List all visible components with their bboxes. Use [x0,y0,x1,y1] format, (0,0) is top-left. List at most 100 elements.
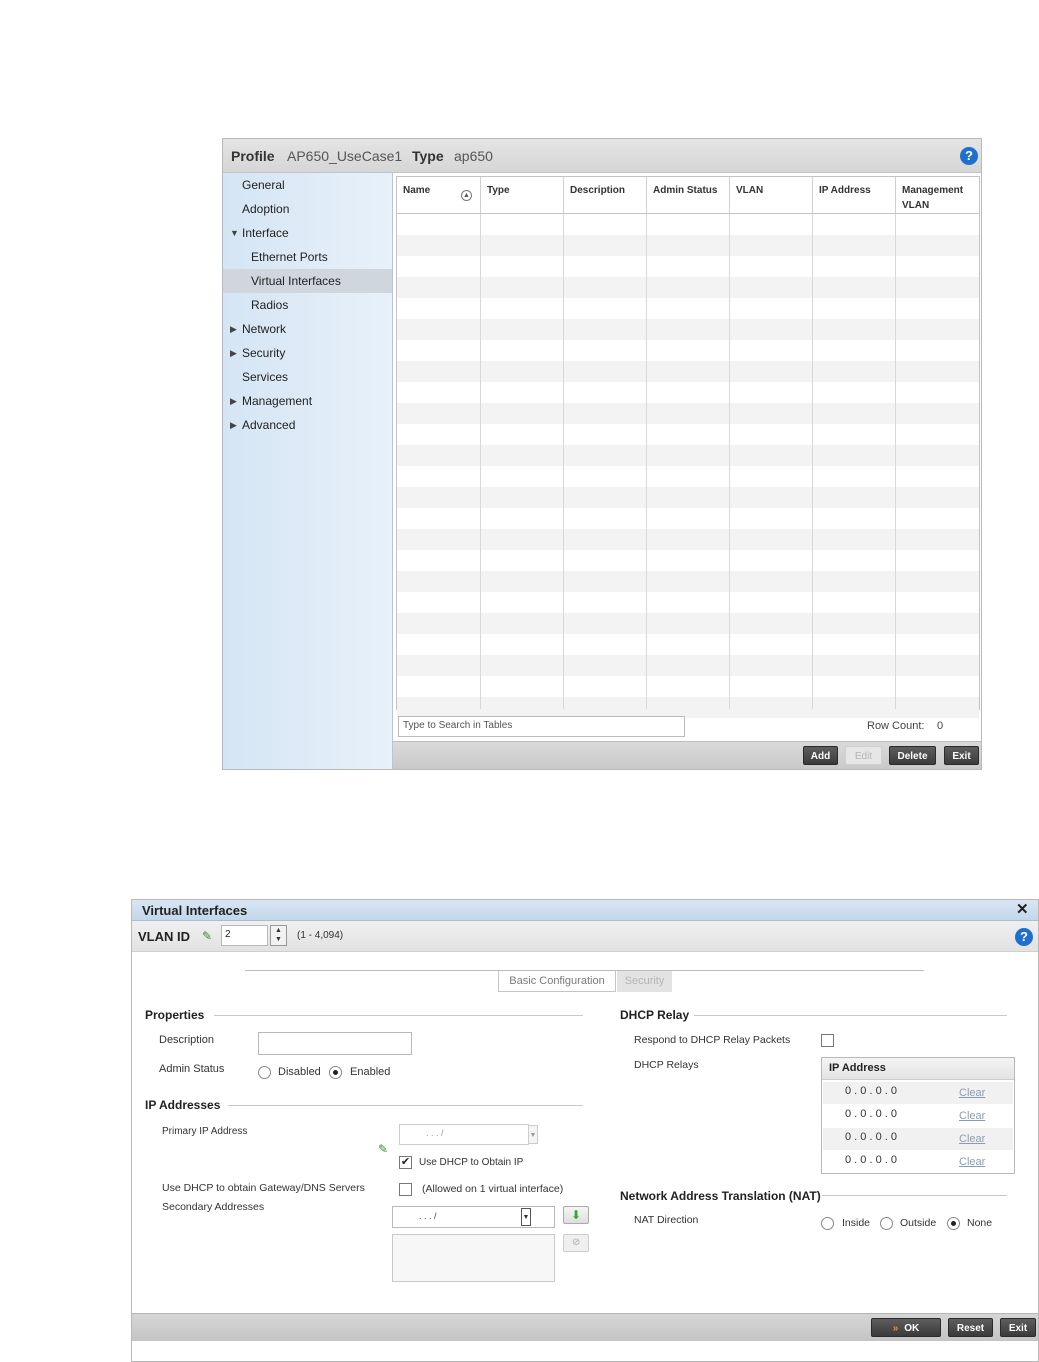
secondary-addresses-list[interactable] [392,1234,555,1282]
description-input[interactable] [258,1032,412,1055]
column-header-type[interactable]: Type [481,177,564,214]
virtual-interfaces-dialog: Virtual Interfaces ✕ VLAN ID ✎ 2 ▲ ▼ (1 -… [131,899,1039,1362]
collapsed-arrow-icon[interactable]: ▶ [230,317,237,341]
clear-link[interactable]: Clear [959,1133,985,1145]
column-header-description[interactable]: Description [564,177,647,214]
table-search-input[interactable]: Type to Search in Tables [398,716,685,737]
green-down-arrow-icon: ⬇ [571,1208,582,1222]
remove-address-button[interactable]: ⊘ [563,1234,589,1252]
profile-label: Profile [231,148,275,164]
admin-status-label: Admin Status [159,1063,225,1075]
relay-ip-input[interactable]: 0 . 0 . 0 . 0 [845,1154,897,1166]
column-header-ip-address[interactable]: IP Address [813,177,896,214]
sidebar-item-general[interactable]: General [223,173,392,197]
column-header-admin-status[interactable]: Admin Status [647,177,730,214]
tab-basic-configuration[interactable]: Basic Configuration [498,971,616,992]
edit-button[interactable]: Edit [845,746,882,765]
nat-heading: Network Address Translation (NAT) [620,1189,821,1203]
type-label: Type [412,148,444,164]
profile-header: Profile AP650_UseCase1 Type ap650 ? [223,139,981,173]
respond-dhcp-relay-checkbox[interactable] [821,1034,834,1047]
sidebar-item-virtual-interfaces[interactable]: Virtual Interfaces [223,269,392,293]
column-divider [647,214,730,709]
clear-link[interactable]: Clear [959,1087,985,1099]
exit-button[interactable]: Exit [944,746,979,765]
relay-ip-input[interactable]: 0 . 0 . 0 . 0 [845,1108,897,1120]
use-dhcp-checkbox[interactable]: ✔ [399,1156,412,1169]
help-icon[interactable]: ? [960,147,978,165]
sidebar-item-advanced[interactable]: ▶ Advanced [223,413,392,437]
gateway-dhcp-checkbox[interactable] [399,1183,412,1196]
section-rule [214,1015,583,1016]
remove-icon: ⊘ [572,1237,581,1248]
admin-status-enabled-radio[interactable] [329,1066,342,1079]
sidebar-item-interface[interactable]: ▼ Interface [223,221,392,245]
sidebar-item-label: Virtual Interfaces [251,274,341,288]
vlan-id-input[interactable]: 2 [221,925,268,946]
collapsed-arrow-icon[interactable]: ▶ [230,413,237,437]
section-rule [694,1015,1007,1016]
delete-button[interactable]: Delete [889,746,936,765]
nat-none-radio[interactable] [947,1217,960,1230]
sidebar-item-radios[interactable]: Radios [223,293,392,317]
reset-button[interactable]: Reset [948,1318,993,1337]
type-value: ap650 [454,148,493,164]
sidebar-item-label: Network [242,322,287,336]
column-divider [397,214,481,709]
properties-heading: Properties [145,1008,205,1022]
relay-ip-input[interactable]: 0 . 0 . 0 . 0 [845,1131,897,1143]
collapsed-arrow-icon[interactable]: ▶ [230,341,237,365]
primary-ip-input[interactable]: . . . / [399,1124,529,1145]
table-row: 0 . 0 . 0 . 0 Clear [823,1082,1013,1104]
sort-icon[interactable]: ▲ [461,190,472,201]
admin-status-enabled-label: Enabled [350,1066,391,1078]
sidebar-item-ethernet-ports[interactable]: Ethernet Ports [223,245,392,269]
dhcp-relay-heading: DHCP Relay [620,1008,690,1022]
row-count-value: 0 [937,720,944,732]
secondary-ip-dropdown-icon[interactable]: ▼ [521,1208,531,1226]
sidebar-item-security[interactable]: ▶ Security [223,341,392,365]
sidebar-item-label: Advanced [242,418,296,432]
add-button[interactable]: Add [803,746,838,765]
sidebar-item-label: Management [242,394,313,408]
sidebar-item-label: Services [242,370,289,384]
dialog-footer: » OK Reset Exit [132,1313,1038,1341]
ip-addresses-heading: IP Addresses [145,1098,221,1112]
sidebar-item-adoption[interactable]: Adoption [223,197,392,221]
primary-ip-dropdown-icon[interactable]: ▼ [528,1125,538,1144]
clear-link[interactable]: Clear [959,1110,985,1122]
clear-link[interactable]: Clear [959,1156,985,1168]
sidebar-item-network[interactable]: ▶ Network [223,317,392,341]
column-header-name[interactable]: Name ▲ [397,177,481,214]
collapsed-arrow-icon[interactable]: ▶ [230,389,237,413]
expanded-arrow-icon[interactable]: ▼ [230,221,239,245]
ok-label: OK [904,1323,920,1334]
vlan-id-bar: VLAN ID ✎ 2 ▲ ▼ (1 - 4,094) ? [132,921,1038,952]
use-dhcp-label: Use DHCP to Obtain IP [419,1157,524,1168]
vlan-id-stepper[interactable]: ▲ ▼ [270,925,287,946]
column-divider [730,214,813,709]
ok-button[interactable]: » OK [871,1318,941,1337]
virtual-interfaces-table: Name ▲ Type Description Admin Status VLA… [396,176,980,718]
sidebar-item-label: Security [242,346,286,360]
help-icon[interactable]: ? [1015,928,1033,946]
tab-security[interactable]: Security [617,971,672,992]
add-address-button[interactable]: ⬇ [563,1206,589,1224]
nat-outside-radio[interactable] [880,1217,893,1230]
edit-pencil-icon: ✎ [202,929,213,943]
relay-ip-input[interactable]: 0 . 0 . 0 . 0 [845,1085,897,1097]
sidebar: General Adoption ▼ Interface Ethernet Po… [223,173,393,769]
sidebar-item-label: Radios [251,298,289,312]
close-icon[interactable]: ✕ [1016,900,1029,918]
dialog-title-bar: Virtual Interfaces ✕ [132,900,1038,921]
double-chevron-icon: » [892,1323,899,1334]
edit-pencil-icon: ✎ [378,1142,389,1156]
nat-inside-radio[interactable] [821,1217,834,1230]
exit-button[interactable]: Exit [1000,1318,1036,1337]
primary-ip-label: Primary IP Address [162,1126,248,1137]
admin-status-disabled-radio[interactable] [258,1066,271,1079]
column-header-vlan[interactable]: VLAN [730,177,813,214]
sidebar-item-services[interactable]: Services [223,365,392,389]
column-header-management-vlan[interactable]: Management VLAN [896,177,979,214]
sidebar-item-management[interactable]: ▶ Management [223,389,392,413]
